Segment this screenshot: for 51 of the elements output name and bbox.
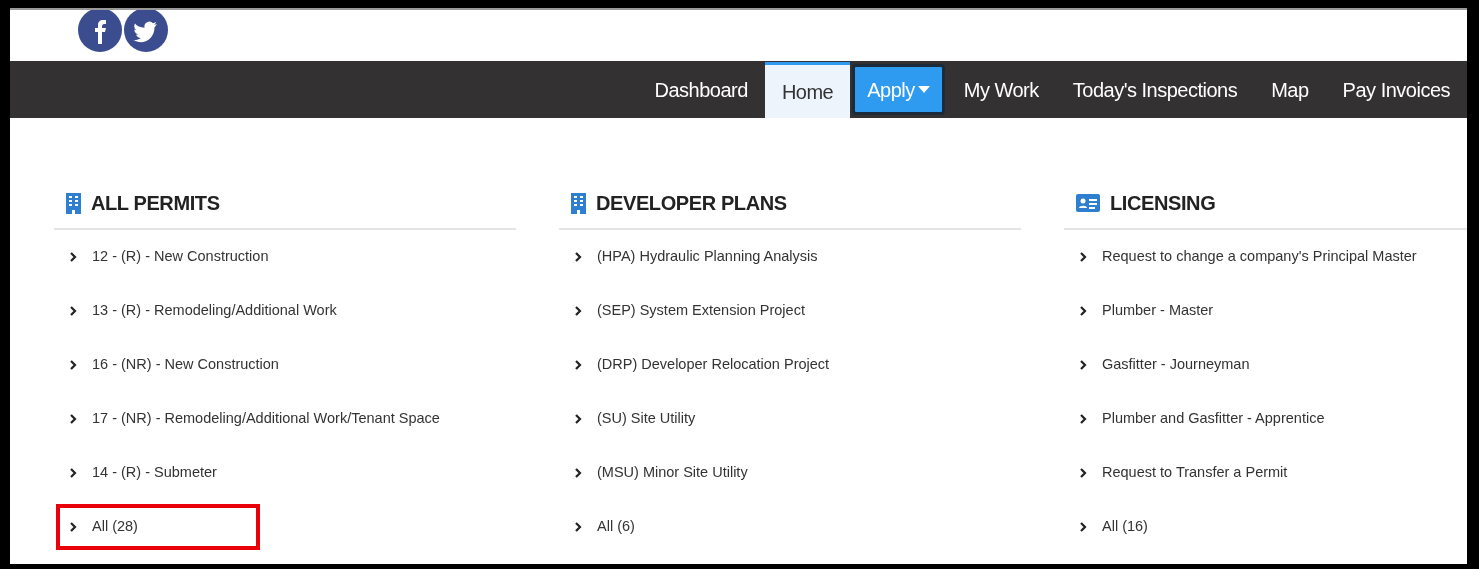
chevron-icon	[575, 360, 582, 370]
chevron-icon	[70, 360, 77, 370]
chevron-icon	[575, 468, 582, 478]
nav-link[interactable]: Home	[764, 62, 851, 118]
section-title: ALL PERMITS	[91, 191, 220, 216]
chevron-icon	[575, 252, 582, 262]
section-title: LICENSING	[1110, 191, 1216, 216]
list-link[interactable]: (SEP) System Extension Project	[559, 284, 1021, 338]
chevron-icon	[1080, 414, 1087, 424]
chevron-icon	[1080, 306, 1087, 316]
nav-link[interactable]: Today's Inspections	[1055, 61, 1255, 118]
section-title: DEVELOPER PLANS	[596, 191, 787, 216]
list-link[interactable]: (HPA) Hydraulic Planning Analysis	[559, 230, 1021, 284]
chevron-icon	[575, 414, 582, 424]
building-icon	[66, 192, 81, 214]
list-link[interactable]: Plumber - Master	[1064, 284, 1467, 338]
list-link[interactable]: All (6)	[559, 500, 1021, 554]
list-link[interactable]: 12 - (R) - New Construction	[54, 230, 516, 284]
nav-link[interactable]: Dashboard	[637, 61, 765, 118]
chevron-icon	[70, 522, 77, 532]
chevron-icon	[70, 252, 77, 262]
facebook-icon[interactable]	[78, 10, 122, 52]
chevron-icon	[70, 306, 77, 316]
list-link[interactable]: (SU) Site Utility	[559, 392, 1021, 446]
chevron-icon	[1080, 522, 1087, 532]
caret-icon	[917, 85, 930, 94]
chevron-icon	[1080, 360, 1087, 370]
id-card-icon	[1076, 194, 1100, 212]
list-link[interactable]: 16 - (NR) - New Construction	[54, 338, 516, 392]
twitter-icon[interactable]	[124, 10, 168, 52]
list-link[interactable]: (MSU) Minor Site Utility	[559, 446, 1021, 500]
list-link[interactable]: 14 - (R) - Submeter	[54, 446, 516, 500]
list-link[interactable]: Request to change a company's Principal Master	[1064, 230, 1467, 284]
nav-link[interactable]: Pay Invoices	[1325, 61, 1467, 118]
chevron-icon	[70, 468, 77, 478]
nav-link[interactable]: My Work	[946, 61, 1056, 118]
list-link[interactable]: 17 - (NR) - Remodeling/Additional Work/Tenant Space	[54, 392, 516, 446]
chevron-icon	[1080, 252, 1087, 262]
nav-link[interactable]: Map	[1254, 61, 1326, 118]
chevron-icon	[575, 522, 582, 532]
chevron-icon	[1080, 468, 1087, 478]
list-link[interactable]: Gasfitter - Journeyman	[1064, 338, 1467, 392]
list-link[interactable]: All (16)	[1064, 500, 1467, 554]
list-link[interactable]: Plumber and Gasfitter - Apprentice	[1064, 392, 1467, 446]
list-link[interactable]: (DRP) Developer Relocation Project	[559, 338, 1021, 392]
highlighted-link[interactable]: All (28)	[58, 506, 258, 548]
list-link[interactable]: 13 - (R) - Remodeling/Additional Work	[54, 284, 516, 338]
chevron-icon	[70, 414, 77, 424]
list-link[interactable]: Request to Transfer a Permit	[1064, 446, 1467, 500]
building-icon	[571, 192, 586, 214]
chevron-icon	[575, 306, 582, 316]
